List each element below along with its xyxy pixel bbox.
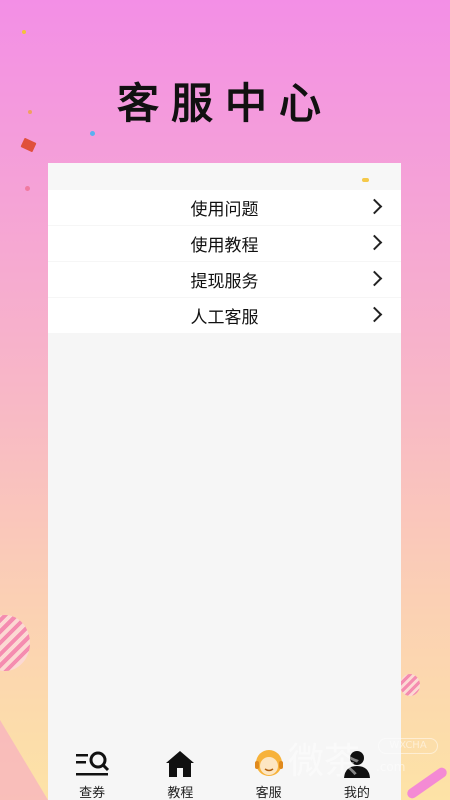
menu-item-label: 提现服务 [190,272,259,292]
chevron-right-icon [366,270,383,287]
tab-tutorial[interactable]: 教程 [140,742,220,800]
tab-coupon[interactable]: 查券 [52,742,132,800]
menu-item-tutorial[interactable]: 使用教程 [48,226,401,261]
home-icon [164,748,196,780]
striped-ball-decoration [400,674,420,696]
tab-label: 客服 [255,786,282,800]
menu-item-human-service[interactable]: 人工客服 [48,298,401,333]
menu-panel: 使用问题 使用教程 提现服务 人工客服 [48,163,401,800]
menu-item-label: 人工客服 [190,308,259,328]
menu-item-usage-questions[interactable]: 使用问题 [48,190,401,225]
tab-label: 教程 [167,786,194,800]
striped-ball-decoration [0,615,30,671]
menu-item-label: 使用教程 [190,236,259,256]
confetti-dot [22,30,26,34]
tab-label: 我的 [343,786,370,800]
menu-item-label: 使用问题 [190,200,259,220]
chevron-right-icon [366,234,383,251]
user-icon [341,748,373,780]
red-envelope-icon [20,137,37,153]
confetti-dot [25,186,30,191]
triangle-decoration [0,720,48,800]
chevron-right-icon [366,306,383,323]
tab-label: 查券 [79,786,106,800]
customer-service-icon [252,748,286,780]
confetti-dot [90,131,95,136]
search-list-icon [74,748,110,780]
menu-item-withdraw-service[interactable]: 提现服务 [48,262,401,297]
bottom-tab-bar: 查券 教程 客服 我的 [48,742,401,800]
page-title: 客服中心 [116,79,333,128]
tab-mine[interactable]: 我的 [317,742,397,800]
tab-customer-service[interactable]: 客服 [229,742,309,800]
chevron-right-icon [366,198,383,215]
stick-decoration [405,765,449,800]
